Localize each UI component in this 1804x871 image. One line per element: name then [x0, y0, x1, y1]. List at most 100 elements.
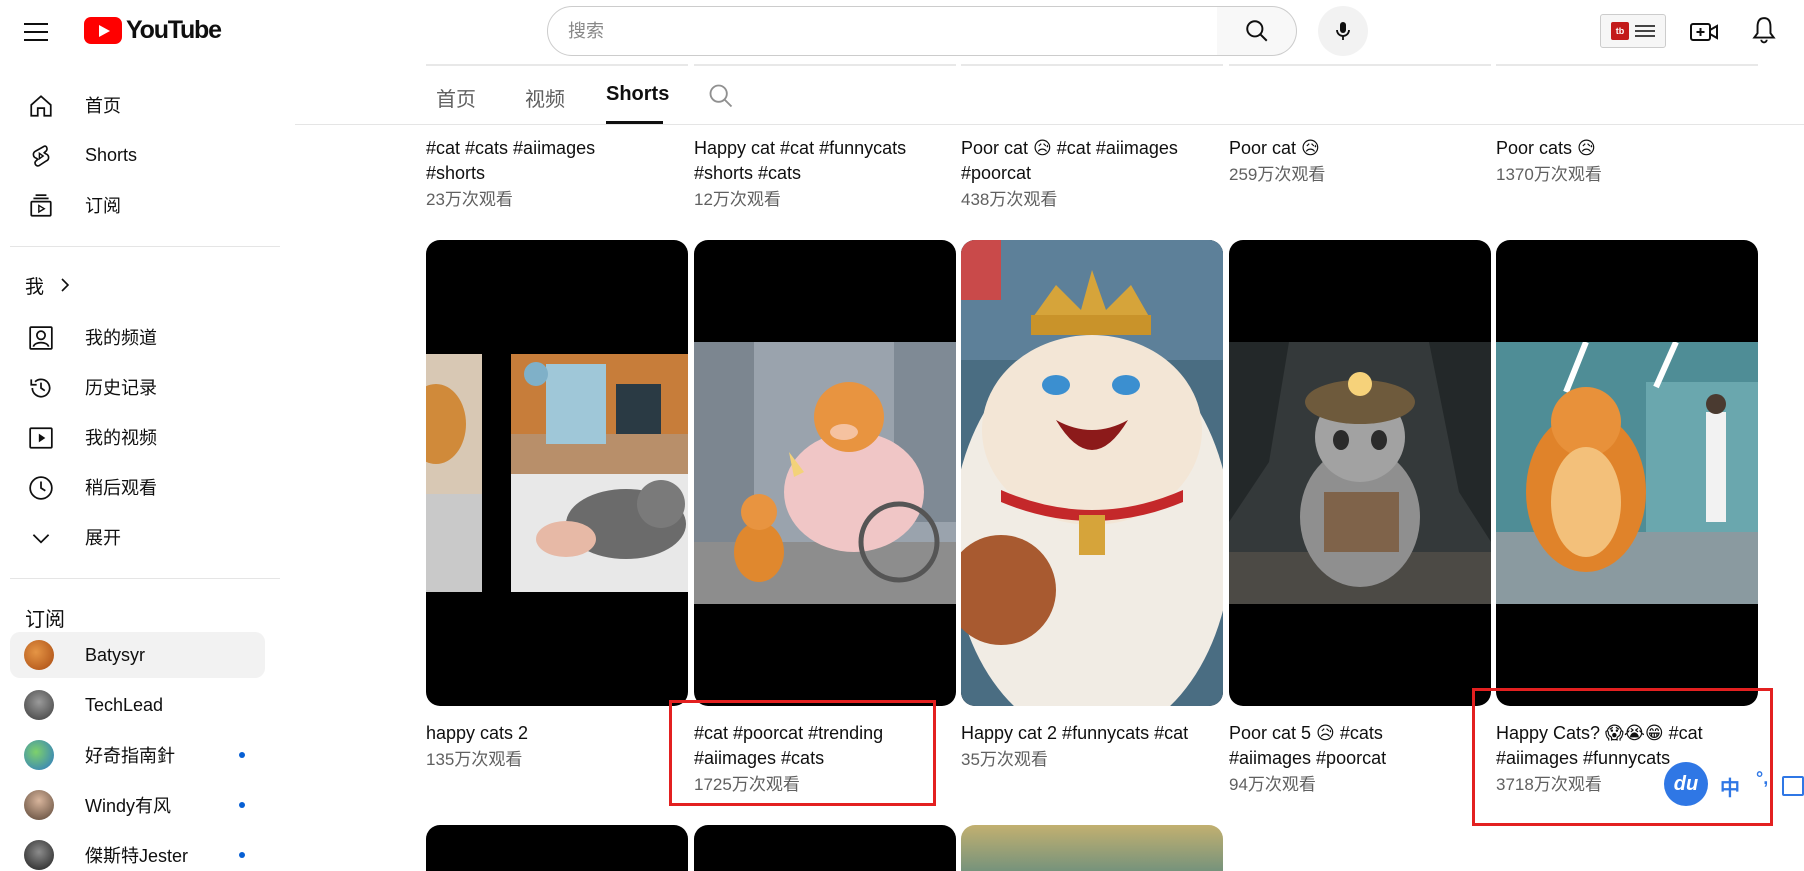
- sidebar-me-header[interactable]: 我: [10, 262, 265, 308]
- short-card-text: Poor cat 5 😥 #cats #aiimages #poorcat 94…: [1229, 721, 1491, 799]
- shorts-icon: [32, 145, 50, 167]
- chevron-right-icon: [61, 278, 70, 292]
- short-views: 35万次观看: [961, 750, 1048, 769]
- sidebar-item-label: 订阅: [85, 196, 121, 216]
- sidebar-item-label: 展开: [85, 528, 121, 548]
- subscription-item-windy[interactable]: Windy有风: [10, 782, 265, 828]
- sidebar-item-home[interactable]: 首页: [10, 82, 265, 128]
- short-thumbnail[interactable]: [426, 825, 688, 871]
- short-thumbnail[interactable]: [961, 240, 1223, 706]
- search-button[interactable]: [1217, 6, 1297, 56]
- subscription-item-batysyr[interactable]: Batysyr: [10, 632, 265, 678]
- logo-text: YouTube: [126, 16, 222, 44]
- short-card-text: Poor cats 😥 1370万次观看: [1496, 136, 1758, 189]
- short-thumbnail[interactable]: [1229, 240, 1491, 706]
- short-title[interactable]: Poor cat 😥 #cat #aiimages #poorcat: [961, 136, 1223, 186]
- subscription-label: TechLead: [85, 694, 164, 715]
- microphone-icon: [1336, 22, 1350, 40]
- short-title[interactable]: Happy cat 2 #funnycats #cat: [961, 721, 1223, 746]
- channel-search-icon[interactable]: [707, 82, 735, 110]
- short-thumbnail[interactable]: [426, 240, 688, 706]
- short-card-text: Poor cat 😥 259万次观看: [1229, 136, 1491, 189]
- home-icon: [30, 95, 52, 117]
- section-title-subscriptions: 订阅: [25, 609, 65, 631]
- tab-home[interactable]: 首页: [436, 83, 476, 112]
- avatar: [24, 790, 54, 820]
- ime-language-toggle[interactable]: 中: [1720, 772, 1740, 801]
- short-thumbnail[interactable]: [694, 240, 956, 706]
- search-icon: [1245, 20, 1267, 42]
- subscription-item-jester[interactable]: 傑斯特Jester: [10, 832, 265, 871]
- short-title[interactable]: Poor cats 😥: [1496, 136, 1758, 161]
- short-views: 135万次观看: [426, 750, 523, 769]
- tab-videos[interactable]: 视频: [525, 83, 565, 112]
- ime-logo-button[interactable]: du: [1664, 762, 1708, 806]
- bell-icon: [1752, 17, 1776, 44]
- subscription-item-techlead[interactable]: TechLead: [10, 682, 265, 728]
- short-title[interactable]: #cat #cats #aiimages #shorts: [426, 136, 688, 186]
- subscription-label: Windy有风: [85, 796, 172, 816]
- sidebar-item-history[interactable]: 历史记录: [10, 364, 265, 410]
- short-views: 1370万次观看: [1496, 165, 1602, 184]
- subscription-item-haoqi[interactable]: 好奇指南針: [10, 732, 265, 778]
- short-thumbnail[interactable]: [1496, 240, 1758, 706]
- sidebar-divider: [10, 246, 280, 247]
- sidebar: 首页 Shorts 订阅 我 我的频道 历史记录 我的视频 稍后观看 展开 订阅…: [0, 64, 282, 871]
- chevron-down-icon: [32, 534, 50, 544]
- ime-punctuation-toggle[interactable]: °,: [1756, 768, 1768, 789]
- tab-shorts[interactable]: Shorts: [606, 83, 669, 106]
- tabs-divider: [295, 124, 1804, 125]
- highlight-box: [669, 700, 936, 806]
- sidebar-divider: [10, 578, 280, 579]
- short-title[interactable]: Poor cat 😥: [1229, 136, 1491, 161]
- thumbnail-image: [1229, 342, 1491, 604]
- create-button[interactable]: [1686, 14, 1722, 50]
- new-content-dot: [239, 752, 245, 758]
- sidebar-item-shorts[interactable]: Shorts: [10, 132, 265, 178]
- short-views: 94万次观看: [1229, 775, 1316, 794]
- short-title[interactable]: Happy cat #cat #funnycats #shorts #cats: [694, 136, 956, 186]
- short-views: 23万次观看: [426, 190, 513, 209]
- notifications-button[interactable]: [1746, 12, 1782, 48]
- sidebar-item-show-more[interactable]: 展开: [10, 514, 265, 560]
- history-icon: [30, 378, 51, 398]
- thumbnail-image: [426, 354, 688, 592]
- short-thumbnail[interactable]: [961, 825, 1223, 871]
- sidebar-item-your-videos[interactable]: 我的视频: [10, 414, 265, 460]
- sidebar-item-watch-later[interactable]: 稍后观看: [10, 464, 265, 510]
- sidebar-item-label: 我的频道: [85, 328, 157, 348]
- avatar: [24, 840, 54, 870]
- short-thumbnail[interactable]: [694, 825, 956, 871]
- avatar: [24, 640, 54, 670]
- short-title[interactable]: happy cats 2: [426, 721, 688, 746]
- avatar: [24, 740, 54, 770]
- subscriptions-icon: [30, 194, 52, 217]
- youtube-logo[interactable]: YouTube: [84, 16, 222, 45]
- short-card-text: Happy cat #cat #funnycats #shorts #cats …: [694, 136, 956, 214]
- thumbnail-image: [961, 240, 1223, 706]
- sidebar-item-subscriptions[interactable]: 订阅: [10, 182, 265, 228]
- new-content-dot: [239, 802, 245, 808]
- video-add-icon: [1690, 23, 1718, 41]
- subscription-label: 好奇指南針: [85, 746, 175, 766]
- menu-icon[interactable]: [24, 18, 52, 46]
- ime-keyboard-icon[interactable]: [1782, 776, 1804, 796]
- sidebar-item-label: 首页: [85, 96, 121, 116]
- extension-button[interactable]: tb: [1600, 14, 1666, 48]
- short-title[interactable]: Poor cat 5 😥 #cats #aiimages #poorcat: [1229, 721, 1491, 771]
- subscription-label: 傑斯特Jester: [85, 846, 189, 866]
- subscription-label: Batysyr: [85, 644, 146, 665]
- avatar: [24, 690, 54, 720]
- search-input[interactable]: [568, 20, 1217, 42]
- short-card-text: happy cats 2 135万次观看: [426, 721, 688, 774]
- your-videos-icon: [29, 427, 53, 449]
- voice-search-button[interactable]: [1318, 6, 1368, 56]
- watch-later-icon: [29, 476, 53, 500]
- short-views: 259万次观看: [1229, 165, 1326, 184]
- short-card-text: #cat #cats #aiimages #shorts 23万次观看: [426, 136, 688, 214]
- sidebar-item-your-channel[interactable]: 我的频道: [10, 314, 265, 360]
- short-views: 12万次观看: [694, 190, 781, 209]
- new-content-dot: [239, 852, 245, 858]
- sidebar-item-label: 稍后观看: [85, 478, 157, 498]
- search-box: [547, 6, 1218, 56]
